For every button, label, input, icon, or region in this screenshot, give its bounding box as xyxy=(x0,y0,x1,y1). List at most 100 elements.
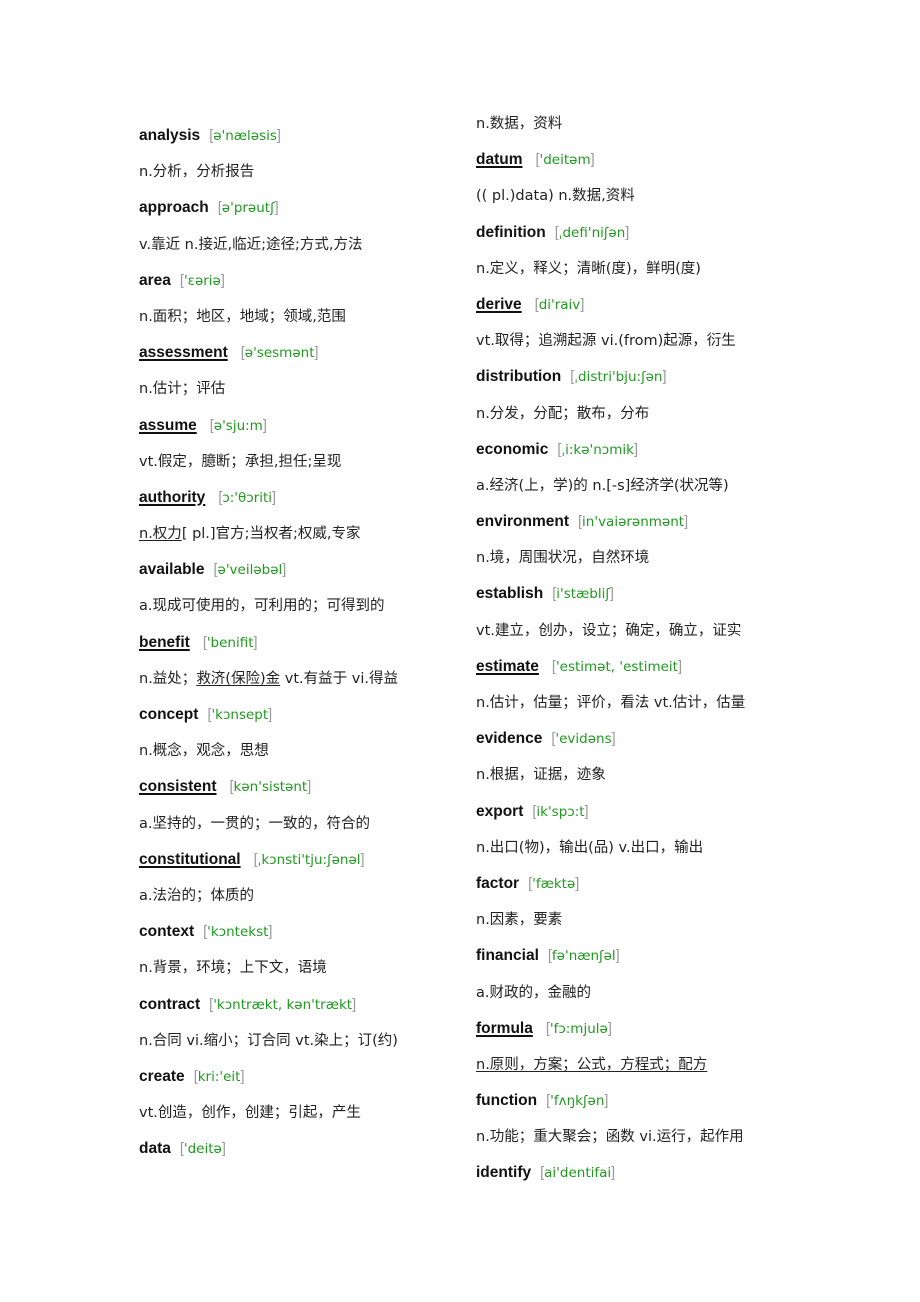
entry-headword-line: function ['fʌŋkʃən] xyxy=(476,1089,745,1125)
headword: data xyxy=(139,1140,171,1158)
bracket-close: ] xyxy=(360,851,365,868)
phonetic-text: i'stæbliʃ xyxy=(556,586,610,603)
bracket-close: ] xyxy=(615,948,620,965)
phonetic-text: 'ɛəriə xyxy=(183,272,221,289)
phonetic-text: di'raiv xyxy=(538,296,581,313)
definition: n.权力[ pl.]官方;当权者;权威,专家 xyxy=(139,522,398,558)
entry-headword-line: definition [ˌdefi'niʃən] xyxy=(476,221,745,257)
definition: vt.建立，创办，设立；确定，确立，证实 xyxy=(476,619,745,655)
definition: n.出口(物)，输出(品) v.出口，输出 xyxy=(476,836,745,872)
bracket-close: ] xyxy=(625,224,630,241)
definition-text: n.功能；重大聚会；函数 vi.运行，起作用 xyxy=(476,1129,744,1146)
phonetic-text: 'kɔntrækt, kən'trækt xyxy=(213,996,353,1013)
headword: definition xyxy=(476,223,546,241)
definition: a.法治的；体质的 xyxy=(139,884,398,920)
bracket-close: ] xyxy=(684,514,689,531)
definition-text: a.法治的；体质的 xyxy=(139,887,254,904)
definition: n.因素，要素 xyxy=(476,908,745,944)
headword: distribution xyxy=(476,368,562,386)
definition: v.靠近 n.接近,临近;途径;方式,方法 xyxy=(139,233,398,269)
definition: n.境，周围状况，自然环境 xyxy=(476,546,745,582)
entry-headword-line: evidence ['evidəns] xyxy=(476,727,745,763)
definition: n.面积；地区，地域；领域,范围 xyxy=(139,305,398,341)
phonetic-text: 'estimət, 'estimeit xyxy=(555,658,678,675)
bracket-close: ] xyxy=(580,296,585,313)
phonetic: ['deitəm] xyxy=(536,152,595,168)
definition: a.坚持的，一贯的；一致的，符合的 xyxy=(139,812,398,848)
phonetic: [i'stæbliʃ] xyxy=(552,586,614,602)
definition: n.估计，估量；评价，看法 vt.估计，估量 xyxy=(476,691,745,727)
phonetic: [ˌdistri'bju:ʃən] xyxy=(570,369,666,385)
phonetic: ['estimət, 'estimeit] xyxy=(552,659,682,675)
definition: n.背景，环境；上下文，语境 xyxy=(139,956,398,992)
phonetic-text: 'kɔnsept xyxy=(211,707,269,723)
phonetic-text: 'fæktə xyxy=(532,875,576,892)
bracket-close: ] xyxy=(220,272,225,289)
definition: a.财政的，金融的 xyxy=(476,981,745,1017)
phonetic: [ə'næləsis] xyxy=(209,128,281,144)
bracket-close: ] xyxy=(677,658,682,675)
phonetic-text: ai'dentifai xyxy=(544,1165,612,1182)
definition-text: n.因素，要素 xyxy=(476,912,563,929)
entry-headword-line: environment [in'vaiərənmənt] xyxy=(476,510,745,546)
definition: a.现成可使用的，可利用的；可得到的 xyxy=(139,594,398,630)
headword: contract xyxy=(139,995,201,1013)
headword: economic xyxy=(476,440,549,458)
phonetic: ['kɔntrækt, kən'trækt] xyxy=(209,997,356,1013)
entry-headword-line: derive [di'raiv] xyxy=(476,293,745,329)
phonetic: ['fʌŋkʃən] xyxy=(546,1093,608,1109)
phonetic: [ə'prəutʃ] xyxy=(218,200,279,216)
definition-text: n.定义，释义；清晰(度)，鲜明(度) xyxy=(476,260,701,277)
entry-headword-line: approach [ə'prəutʃ] xyxy=(139,196,398,232)
definition-text: n.根据，证据，迹象 xyxy=(476,767,606,784)
definition-part: n.益处； xyxy=(139,670,197,687)
phonetic: [ə'sesmənt] xyxy=(241,345,319,361)
headword: datum xyxy=(476,151,523,169)
phonetic: [kən'sistənt] xyxy=(230,779,312,795)
entry-headword-line: benefit ['benifit] xyxy=(139,631,398,667)
bracket-close: ] xyxy=(662,369,667,386)
bracket-close: ] xyxy=(604,1093,609,1110)
bracket-close: ] xyxy=(240,1068,245,1085)
phonetic: ['evidəns] xyxy=(551,731,615,747)
headword: formula xyxy=(476,1019,533,1037)
definition: n.定义，释义；清晰(度)，鲜明(度) xyxy=(476,257,745,293)
entry-headword-line: assume [ə'sju:m] xyxy=(139,414,398,450)
definition: n.合同 vi.缩小；订合同 vt.染上；订(约) xyxy=(139,1029,398,1065)
definition: vt.创造，创作，创建；引起，产生 xyxy=(139,1101,398,1137)
entry-headword-line: authority [ɔ:'θɔriti] xyxy=(139,486,398,522)
definition-text: n.分发，分配；散布，分布 xyxy=(476,405,650,422)
phonetic-text: 'kɔntekst xyxy=(207,924,269,941)
definition-text: vt.建立，创办，设立；确定，确立，证实 xyxy=(476,622,742,639)
headword: environment xyxy=(476,513,570,531)
headword: constitutional xyxy=(139,850,241,868)
entry-headword-line: contract ['kɔntrækt, kən'trækt] xyxy=(139,993,398,1029)
definition: n.分析，分析报告 xyxy=(139,160,398,196)
definition-text: n.估计，估量；评价，看法 vt.估计，估量 xyxy=(476,695,746,711)
phonetic: [in'vaiərənmənt] xyxy=(578,514,688,530)
phonetic-text: ˌi:kə'nɔmik xyxy=(561,441,634,458)
definition-text: a.现成可使用的，可利用的；可得到的 xyxy=(139,598,385,615)
entry-headword-line: factor ['fæktə] xyxy=(476,872,745,908)
phonetic-text: ˌkɔnsti'tju:ʃənəl xyxy=(257,851,361,868)
headword: evidence xyxy=(476,730,543,748)
definition: n.分发，分配；散布，分布 xyxy=(476,402,745,438)
phonetic-text: in'vaiərənmənt xyxy=(582,514,685,531)
bracket-close: ] xyxy=(607,1020,612,1037)
entry-headword-line: datum ['deitəm] xyxy=(476,148,745,184)
entry-headword-line: context ['kɔntekst] xyxy=(139,920,398,956)
definition-text: vt.假定，臆断；承担,担任;呈现 xyxy=(139,453,342,470)
definition-text: n.分析，分析报告 xyxy=(139,164,255,181)
headword: approach xyxy=(139,199,209,217)
definition-text: v.靠近 n.接近,临近;途径;方式,方法 xyxy=(139,236,363,253)
headword: create xyxy=(139,1067,185,1085)
headword: identify xyxy=(476,1164,532,1182)
definition: n.益处；救济(保险)金 vt.有益于 vi.得益 xyxy=(139,667,398,703)
phonetic-text: ˌdistri'bju:ʃən xyxy=(574,369,663,386)
headword: concept xyxy=(139,706,199,723)
definition-text: a.财政的，金融的 xyxy=(476,984,591,1001)
phonetic-text: 'fɔ:mjulə xyxy=(549,1020,608,1037)
phonetic: ['deitə] xyxy=(180,1141,226,1157)
definition-text: n.面积；地区，地域；领域,范围 xyxy=(139,308,346,325)
bracket-close: ] xyxy=(274,200,279,217)
